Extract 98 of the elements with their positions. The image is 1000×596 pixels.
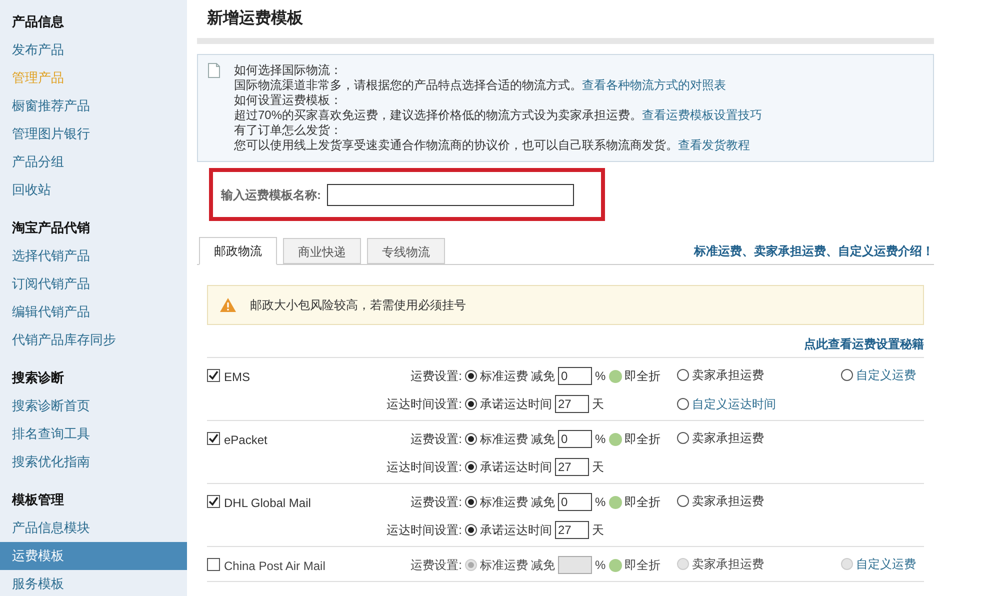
option-label: 承诺运达时间 [480,522,552,539]
field-label: 减免 [531,368,555,385]
sidebar-link[interactable]: 服务模板 [0,570,187,596]
radio-button[interactable] [465,496,477,508]
document-icon [208,63,220,78]
warning-text: 邮政大小包风险较高，若需使用必须挂号 [250,297,466,314]
sidebar-link[interactable]: 管理图片银行 [0,120,187,148]
radio-button[interactable] [465,398,477,410]
page-title: 新增运费模板 [206,8,304,29]
sidebar-link[interactable]: 发布产品 [0,36,187,64]
sidebar-link[interactable]: 搜索诊断首页 [0,392,187,420]
section-title: 淘宝产品代销 [11,219,91,237]
info-text: 您可以使用线上发货享受速卖通合作物流商的协议价，也可以自己联系物流商发货。 [234,138,678,152]
discount-input[interactable]: 0 [558,367,592,385]
checkbox[interactable] [207,495,220,508]
info-heading: 如何设置运费模板： [234,93,343,108]
percent-sign: % [595,368,606,385]
info-heading: 有了订单怎么发货： [234,123,343,138]
radio-button[interactable] [465,524,477,536]
method-name: DHL Global Mail [224,495,311,512]
tab[interactable]: 专线物流 [367,238,445,264]
radio-button[interactable] [677,369,689,381]
field-label: 运费设置: [410,431,462,448]
section-title: 搜索诊断 [10,369,65,387]
tab[interactable]: 邮政物流 [199,237,277,265]
option-label: 卖家承担运费 [692,430,764,447]
sidebar-link[interactable]: 编辑代销产品 [0,298,187,326]
info-heading: 如何选择国际物流： [234,63,343,78]
info-link[interactable]: 查看发货教程 [678,138,750,152]
sidebar-link[interactable]: 排名查询工具 [0,420,187,448]
section-title: 产品信息 [11,13,65,31]
field-label: 运费设置: [410,494,462,511]
days-input[interactable]: 27 [555,395,589,413]
field-label: 减免 [531,557,555,574]
sidebar-link[interactable]: 橱窗推荐产品 [0,92,187,120]
field-label: 即全折 [624,368,661,385]
info-text: 国际物流渠道非常多，请根据您的产品特点选择合适的物流方式。 [234,78,582,92]
field-label: 即全折 [624,494,661,511]
radio-button[interactable] [465,461,477,473]
method-name: ePacket [224,432,268,449]
section-title: 模板管理 [10,491,65,509]
radio-button[interactable] [841,369,853,381]
percent-sign: % [595,557,606,574]
field-label: 运达时间设置: [386,396,462,413]
radio-button[interactable] [677,398,689,410]
tips-link[interactable]: 点此查看运费设置秘籍 [804,335,924,353]
method-name: China Post Air Mail [224,558,326,575]
field-label: 运达时间设置: [386,522,462,539]
field-label: 减免 [531,494,555,511]
checkbox[interactable] [207,432,220,445]
tab[interactable]: 商业快递 [283,238,361,264]
radio-button[interactable] [677,432,689,444]
field-label: 即全折 [624,431,661,448]
sidebar-link[interactable]: 产品信息模块 [0,514,187,542]
option-label: 标准运费 [480,431,528,448]
percent-sign: % [595,494,606,511]
option-label: 标准运费 [480,494,528,511]
info-link[interactable]: 查看各种物流方式的对照表 [582,78,726,92]
option-label: 卖家承担运费 [692,493,764,510]
option-label: 承诺运达时间 [480,396,552,413]
field-label: 运费设置: [410,368,462,385]
radio-button[interactable] [465,370,477,382]
sidebar-link[interactable]: 代销产品库存同步 [0,326,187,354]
option-label: 卖家承担运费 [692,367,764,384]
option-label: 承诺运达时间 [480,459,552,476]
method-name: EMS [224,369,250,386]
radio-button[interactable] [465,433,477,445]
name-input[interactable] [327,184,574,206]
percent-sign: % [595,431,606,448]
sidebar-link[interactable]: 产品分组 [0,148,187,176]
unit-label: 天 [592,396,604,413]
field-label: 减免 [531,431,555,448]
field-label: 运达时间设置: [386,459,462,476]
option-label: 卖家承担运费 [692,556,764,573]
sidebar-link[interactable]: 运费模板 [0,542,187,570]
field-label: 即全折 [624,557,661,574]
option-label: 标准运费 [480,557,528,574]
sidebar-link[interactable]: 选择代销产品 [0,242,187,270]
unit-label: 天 [592,522,604,539]
intro-link[interactable]: 标准运费、卖家承担运费、自定义运费介绍！ [694,242,934,264]
sidebar-link[interactable]: 订阅代销产品 [0,270,187,298]
option-label: 标准运费 [480,368,528,385]
info-text: 超过70%的买家喜欢免运费，建议选择价格低的物流方式设为卖家承担运费。 [234,108,642,122]
days-input[interactable]: 27 [555,458,589,476]
discount-input[interactable]: 0 [558,430,592,448]
info-link[interactable]: 查看运费模板设置技巧 [642,108,762,122]
discount-input[interactable]: 0 [558,493,592,511]
checkbox[interactable] [207,369,220,382]
sidebar-link[interactable]: 搜索优化指南 [0,448,187,476]
unit-label: 天 [592,459,604,476]
warning-icon [220,298,236,312]
radio-button[interactable] [677,495,689,507]
days-input[interactable]: 27 [555,521,589,539]
field-label: 运费设置: [410,557,462,574]
field-label: 输入运费模板名称: [221,186,321,204]
option-link[interactable]: 自定义运费 [856,366,916,384]
sidebar-link[interactable]: 回收站 [0,176,187,204]
option-link[interactable]: 自定义运达时间 [692,395,776,413]
